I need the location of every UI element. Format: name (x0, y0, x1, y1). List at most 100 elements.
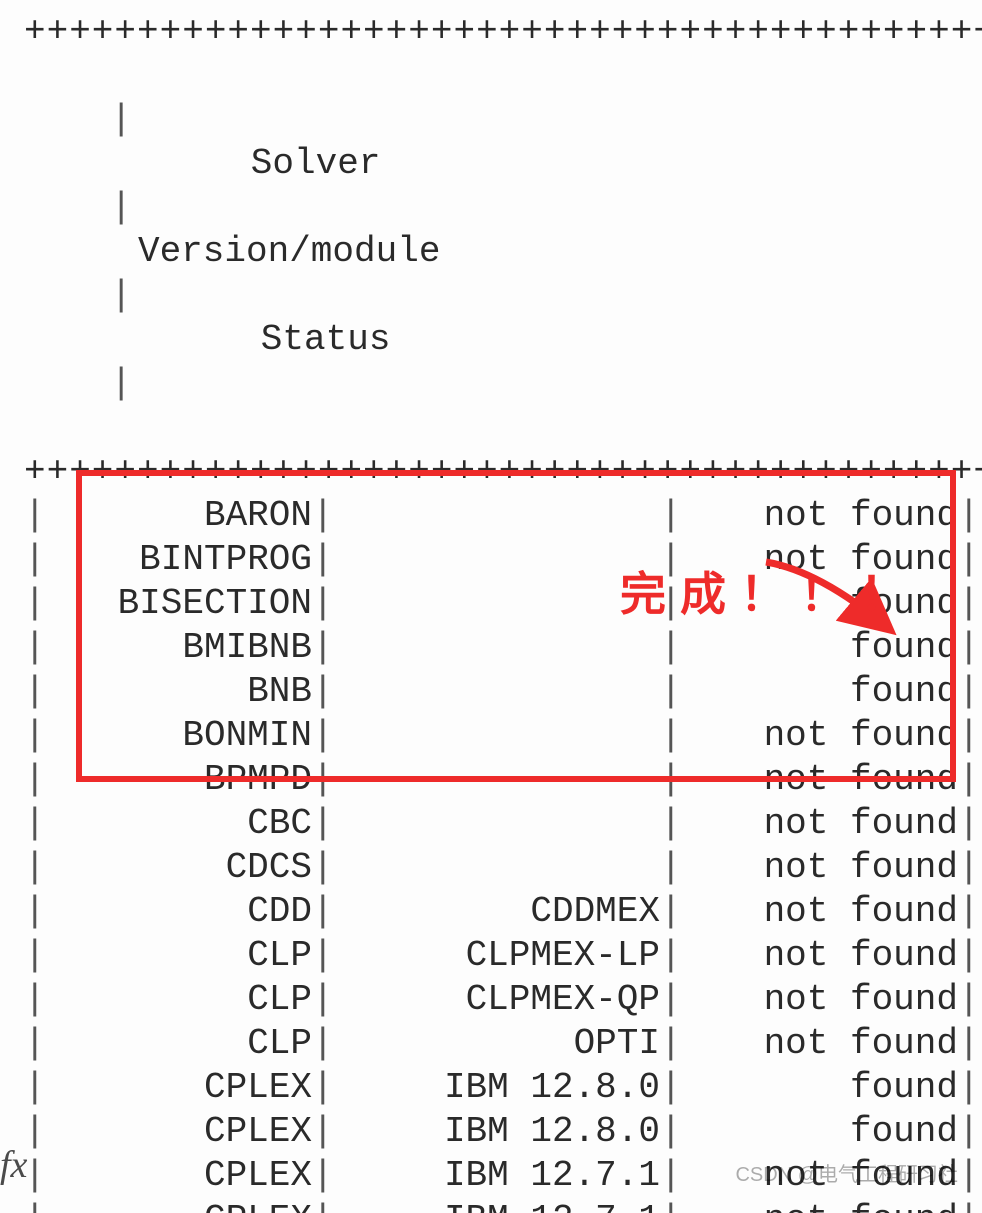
column-divider: | (958, 890, 976, 934)
column-divider: | (24, 802, 42, 846)
cell-solver: BARON (42, 494, 312, 538)
cell-solver: CPLEX (42, 1198, 312, 1213)
cell-status: not found (678, 758, 958, 802)
column-divider: | (958, 758, 976, 802)
table-row: |BPMPD||not found| (24, 758, 958, 802)
cell-solver: BISECTION (42, 582, 312, 626)
cell-status: found (678, 1066, 958, 1110)
column-divider: | (24, 494, 42, 538)
column-divider: | (24, 1066, 42, 1110)
cell-solver: CPLEX (42, 1154, 312, 1198)
column-divider: | (958, 494, 976, 538)
column-divider: | (110, 98, 128, 142)
column-divider: | (312, 978, 330, 1022)
cell-status: found (678, 582, 958, 626)
column-divider: | (958, 1154, 976, 1198)
column-divider: | (958, 714, 976, 758)
column-divider: | (660, 846, 678, 890)
table-row: |CPLEX|IBM 12.8.0|found| (24, 1110, 958, 1154)
column-divider: | (312, 670, 330, 714)
table-row: |BNB||found| (24, 670, 958, 714)
cell-status: found (678, 670, 958, 714)
column-divider: | (312, 890, 330, 934)
cell-solver: CLP (42, 1022, 312, 1066)
column-divider: | (312, 714, 330, 758)
table-row: |BMIBNB||found| (24, 626, 958, 670)
table-row: |CLP|CLPMEX-LP|not found| (24, 934, 958, 978)
column-divider: | (312, 758, 330, 802)
column-divider: | (660, 582, 678, 626)
header-status: Status (110, 318, 390, 362)
cell-solver: CPLEX (42, 1110, 312, 1154)
cell-status: not found (678, 1022, 958, 1066)
cell-version: IBM 12.7.1 (330, 1154, 660, 1198)
column-divider: | (958, 846, 976, 890)
column-divider: | (660, 494, 678, 538)
cell-solver: CPLEX (42, 1066, 312, 1110)
cell-status: not found (678, 1198, 958, 1213)
column-divider: | (24, 1022, 42, 1066)
column-divider: | (660, 1066, 678, 1110)
cell-solver: CLP (42, 978, 312, 1022)
column-divider: | (958, 1022, 976, 1066)
cell-status: not found (678, 1154, 958, 1198)
column-divider: | (660, 626, 678, 670)
cell-status: not found (678, 890, 958, 934)
table-row: |BINTPROG||not found| (24, 538, 958, 582)
column-divider: | (312, 1110, 330, 1154)
column-divider: | (660, 538, 678, 582)
cell-status: not found (678, 494, 958, 538)
cell-solver: CDD (42, 890, 312, 934)
cell-solver: BNB (42, 670, 312, 714)
table-row: |CPLEX|IBM 12.8.0|found| (24, 1066, 958, 1110)
column-divider: | (24, 1198, 42, 1213)
table-row: |BISECTION||found| (24, 582, 958, 626)
column-divider: | (958, 582, 976, 626)
column-divider: | (110, 362, 128, 406)
column-divider: | (660, 1110, 678, 1154)
column-divider: | (312, 582, 330, 626)
column-divider: | (110, 274, 128, 318)
cell-status: found (678, 626, 958, 670)
cell-solver: BPMPD (42, 758, 312, 802)
column-divider: | (312, 494, 330, 538)
column-divider: | (312, 1022, 330, 1066)
cell-solver: CDCS (42, 846, 312, 890)
column-divider: | (958, 670, 976, 714)
cell-status: not found (678, 846, 958, 890)
cell-solver: BMIBNB (42, 626, 312, 670)
column-divider: | (24, 890, 42, 934)
cell-version: IBM 12.8.0 (330, 1110, 660, 1154)
column-divider: | (660, 1198, 678, 1213)
column-divider: | (958, 978, 976, 1022)
cell-solver: BINTPROG (42, 538, 312, 582)
column-divider: | (24, 978, 42, 1022)
cell-version: IBM 12.8.0 (330, 1066, 660, 1110)
cell-version: IBM 12.7.1 (330, 1198, 660, 1213)
column-divider: | (312, 1198, 330, 1213)
fx-label: fx (0, 1143, 27, 1187)
header-row: | Solver | Version/module | Status | (24, 54, 958, 450)
table-row: |CPLEX|IBM 12.7.1|not found| (24, 1198, 958, 1213)
column-divider: | (660, 1022, 678, 1066)
table-row: |CPLEX|IBM 12.7.1|not found| (24, 1154, 958, 1198)
column-divider: | (312, 846, 330, 890)
column-divider: | (312, 1066, 330, 1110)
cell-status: not found (678, 802, 958, 846)
column-divider: | (660, 934, 678, 978)
column-divider: | (312, 538, 330, 582)
column-divider: | (24, 670, 42, 714)
cell-status: not found (678, 934, 958, 978)
column-divider: | (24, 934, 42, 978)
table-row: |CLP|CLPMEX-QP|not found| (24, 978, 958, 1022)
cell-solver: CLP (42, 934, 312, 978)
top-ruler: ++++++++++++++++++++++++++++++++++++++++… (24, 10, 958, 54)
column-divider: | (958, 1198, 976, 1213)
column-divider: | (312, 626, 330, 670)
table-row: |BARON||not found| (24, 494, 958, 538)
cell-version: OPTI (330, 1022, 660, 1066)
header-version: Version/module (110, 230, 440, 274)
cell-version: CLPMEX-LP (330, 934, 660, 978)
column-divider: | (312, 934, 330, 978)
column-divider: | (24, 758, 42, 802)
